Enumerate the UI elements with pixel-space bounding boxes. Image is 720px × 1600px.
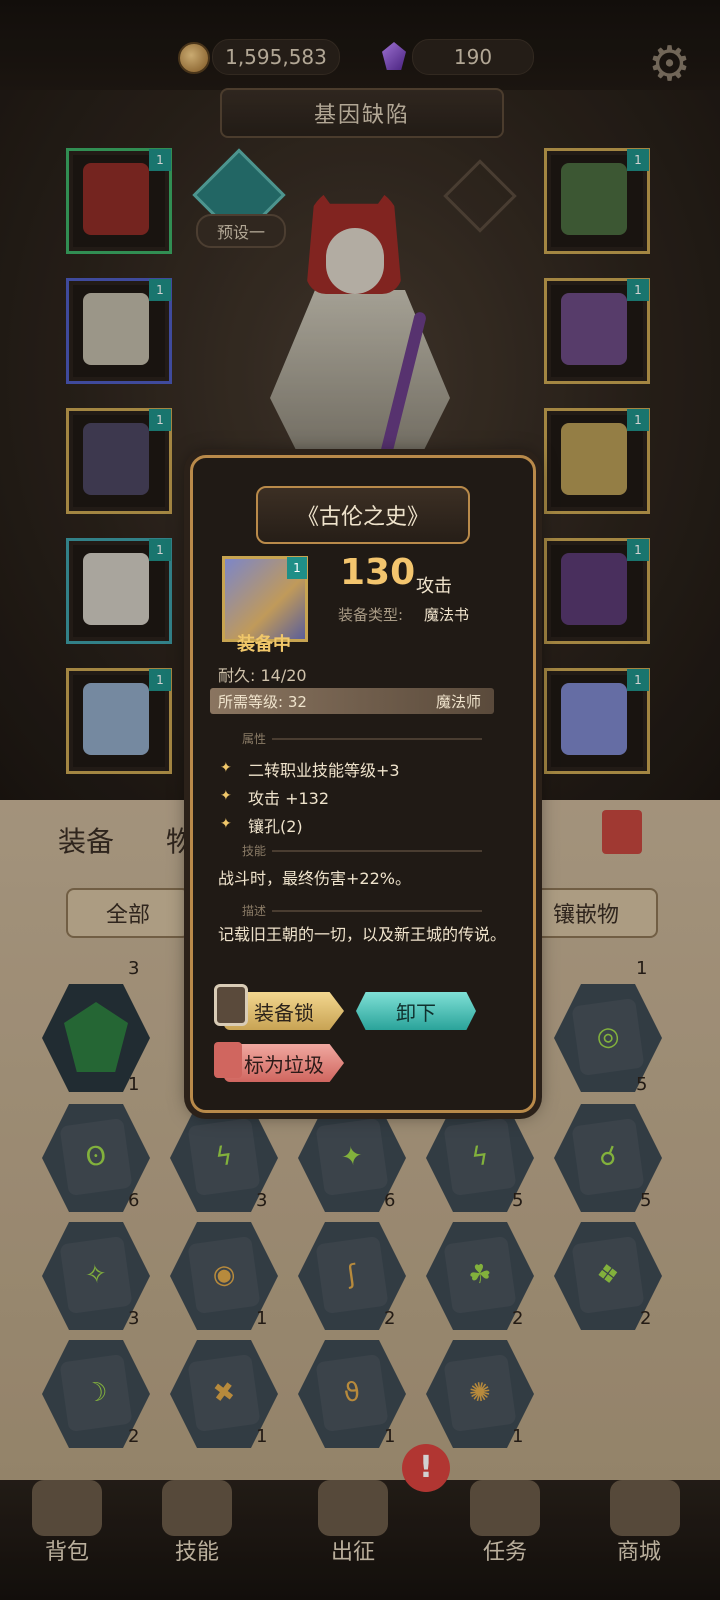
divider <box>272 850 482 852</box>
required-level: 所需等级: 32 <box>218 693 307 711</box>
star-bullet-icon: ✦ <box>220 816 232 832</box>
attack-unit: 攻击 <box>416 576 452 597</box>
section-attributes: 属性 <box>242 732 267 746</box>
unequip-button[interactable]: 卸下 <box>356 992 476 1030</box>
attribute-line: 攻击 +132 <box>248 789 330 808</box>
required-class: 魔法师 <box>436 693 482 711</box>
durability: 耐久: 14/20 <box>218 666 307 685</box>
attribute-line: 二转职业技能等级+3 <box>248 761 400 780</box>
equip-type-label: 装备类型: <box>338 606 404 624</box>
item-name: 《古伦之史》 <box>256 486 470 544</box>
mark-as-junk-button[interactable]: 标为垃圾 <box>224 1044 344 1082</box>
attack-value: 130 <box>340 552 416 593</box>
junk-bin-icon <box>214 1042 242 1078</box>
star-bullet-icon: ✦ <box>220 788 232 804</box>
divider <box>272 738 482 740</box>
equipped-label: 装备中 <box>237 634 291 655</box>
equip-type-value: 魔法书 <box>424 606 470 624</box>
divider <box>272 910 482 912</box>
attribute-line: 镶孔(2) <box>248 817 303 836</box>
item-description: 记载旧王朝的一切，以及新王城的传说。 <box>218 925 507 944</box>
lock-icon <box>214 984 248 1026</box>
section-description: 描述 <box>242 904 267 918</box>
section-skill: 技能 <box>242 844 267 858</box>
skill-text: 战斗时，最终伤害+22%。 <box>218 869 411 888</box>
star-bullet-icon: ✦ <box>220 760 232 776</box>
